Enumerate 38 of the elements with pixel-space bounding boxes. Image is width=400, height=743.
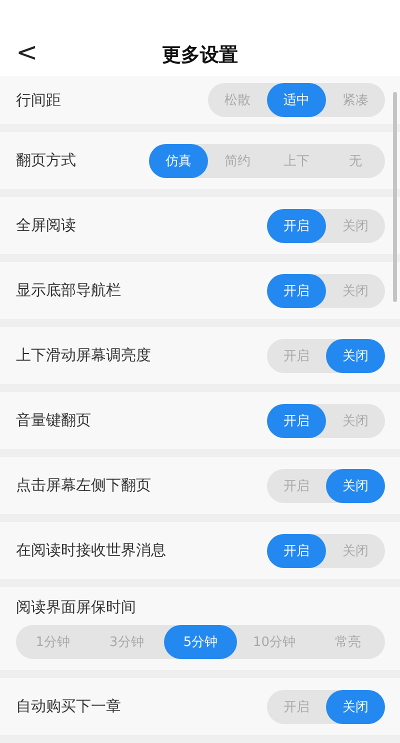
option-tab[interactable]: 开启 <box>267 338 326 372</box>
option-tab[interactable]: 关闭 <box>326 404 385 438</box>
setting-label: 行间距 <box>16 90 61 110</box>
option-tab[interactable]: 紧凑 <box>326 83 385 117</box>
option-tab[interactable]: 关闭 <box>326 338 385 372</box>
option-tab[interactable]: 开启 <box>267 534 326 568</box>
option-tab[interactable]: 开启 <box>267 404 326 438</box>
option-tab[interactable]: 无 <box>326 144 385 178</box>
option-tab[interactable]: 开启 <box>267 468 326 502</box>
setting-label: 点击屏幕左侧下翻页 <box>16 476 151 495</box>
option-tab[interactable]: 开启 <box>267 690 326 724</box>
option-tab[interactable]: 适中 <box>267 83 326 117</box>
option-tab[interactable]: 关闭 <box>326 208 385 242</box>
back-button[interactable]: < <box>12 38 42 68</box>
option-tab[interactable]: 简约 <box>208 144 267 178</box>
page-title: 更多设置 <box>162 43 238 68</box>
setting-label: 阅读界面屏保时间 <box>16 598 137 617</box>
option-tab[interactable]: 关闭 <box>326 468 385 502</box>
setting-label: 全屏阅读 <box>16 216 76 235</box>
option-tab[interactable]: 5分钟 <box>164 625 238 659</box>
option-tab[interactable]: 关闭 <box>326 534 385 568</box>
setting-label: 自动购买下一章 <box>16 697 121 716</box>
setting-label: 上下滑动屏幕调亮度 <box>16 346 151 365</box>
setting-label: 翻页方式 <box>16 151 76 170</box>
option-tab[interactable]: 10分钟 <box>237 625 312 659</box>
option-tab[interactable]: 关闭 <box>326 690 385 724</box>
option-tab[interactable]: 仿真 <box>149 144 208 178</box>
option-tab[interactable]: 关闭 <box>326 274 385 308</box>
option-tab[interactable]: 上下 <box>267 144 326 178</box>
option-tab[interactable]: 1分钟 <box>16 625 90 659</box>
option-tab[interactable]: 常亮 <box>311 625 385 659</box>
option-tab[interactable]: 松散 <box>208 83 267 117</box>
setting-label: 音量键翻页 <box>16 411 91 430</box>
setting-label: 显示底部导航栏 <box>16 281 121 300</box>
setting-label: 在阅读时接收世界消息 <box>16 541 166 560</box>
option-tab[interactable]: 3分钟 <box>90 625 164 659</box>
option-tab[interactable]: 开启 <box>267 274 326 308</box>
option-tab[interactable]: 开启 <box>267 208 326 242</box>
